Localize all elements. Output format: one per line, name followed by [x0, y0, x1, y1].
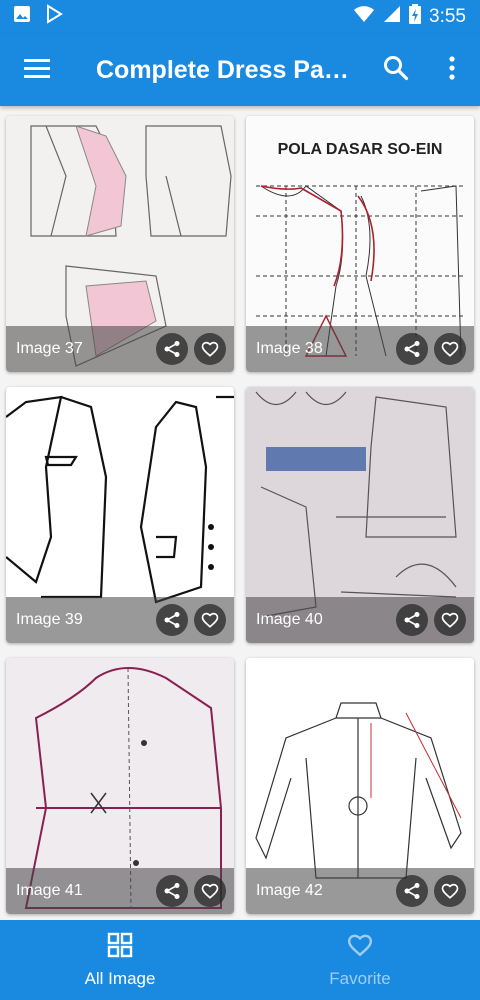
nav-label: Favorite — [329, 968, 391, 988]
image-overlay: Image 37 — [6, 326, 234, 372]
share-icon — [404, 612, 420, 628]
share-button[interactable] — [156, 875, 188, 907]
heart-outline-icon — [441, 883, 459, 899]
nav-item-all-image[interactable]: All Image — [0, 920, 240, 1000]
share-button[interactable] — [396, 875, 428, 907]
image-icon — [12, 4, 32, 30]
pattern-caption: POLA DASAR SO-EIN — [278, 141, 443, 158]
share-icon — [404, 883, 420, 899]
share-icon — [404, 341, 420, 357]
favorite-button[interactable] — [434, 333, 466, 365]
image-overlay: Image 42 — [246, 868, 474, 914]
image-card[interactable]: Image 37 — [6, 116, 234, 372]
favorite-button[interactable] — [434, 604, 466, 636]
heart-outline-icon — [201, 341, 219, 357]
app-bar: Complete Dress Patterns — [0, 34, 480, 106]
share-icon — [164, 883, 180, 899]
favorite-button[interactable] — [434, 875, 466, 907]
clock-time: 3:55 — [429, 6, 466, 27]
share-button[interactable] — [156, 333, 188, 365]
image-label: Image 42 — [256, 882, 323, 899]
bottom-navigation: All Image Favorite — [0, 920, 480, 1000]
image-grid: Image 37 POLA DASAR SO-EIN Image 38 Imag… — [0, 106, 480, 920]
share-button[interactable] — [156, 604, 188, 636]
page-title: Complete Dress Patterns — [96, 55, 368, 84]
heart-icon — [346, 932, 374, 963]
heart-outline-icon — [441, 612, 459, 628]
image-card[interactable]: Image 40 — [246, 387, 474, 643]
nav-label: All Image — [84, 968, 156, 988]
play-store-icon — [44, 4, 64, 30]
share-button[interactable] — [396, 604, 428, 636]
grid-icon — [107, 932, 133, 963]
signal-icon — [383, 5, 401, 29]
heart-outline-icon — [201, 612, 219, 628]
image-overlay: Image 40 — [246, 597, 474, 643]
image-card[interactable]: Image 39 — [6, 387, 234, 643]
favorite-button[interactable] — [194, 604, 226, 636]
overflow-menu-button[interactable] — [424, 34, 480, 106]
image-overlay: Image 39 — [6, 597, 234, 643]
image-label: Image 40 — [256, 611, 323, 628]
hamburger-icon — [24, 58, 50, 83]
more-vert-icon — [449, 55, 455, 85]
battery-icon — [409, 4, 422, 30]
image-card[interactable]: Image 41 — [6, 658, 234, 914]
image-label: Image 39 — [16, 611, 83, 628]
share-icon — [164, 341, 180, 357]
favorite-button[interactable] — [194, 333, 226, 365]
image-label: Image 37 — [16, 340, 83, 357]
favorite-button[interactable] — [194, 875, 226, 907]
heart-outline-icon — [441, 341, 459, 357]
status-bar: 3:55 — [0, 0, 480, 34]
share-icon — [164, 612, 180, 628]
wifi-icon — [353, 5, 375, 29]
image-card[interactable]: POLA DASAR SO-EIN Image 38 — [246, 116, 474, 372]
search-icon — [383, 55, 409, 86]
image-overlay: Image 38 — [246, 326, 474, 372]
share-button[interactable] — [396, 333, 428, 365]
search-button[interactable] — [368, 34, 424, 106]
menu-button[interactable] — [0, 34, 74, 106]
image-card[interactable]: Image 42 — [246, 658, 474, 914]
image-label: Image 38 — [256, 340, 323, 357]
heart-outline-icon — [201, 883, 219, 899]
image-label: Image 41 — [16, 882, 83, 899]
image-overlay: Image 41 — [6, 868, 234, 914]
nav-item-favorite[interactable]: Favorite — [240, 920, 480, 1000]
